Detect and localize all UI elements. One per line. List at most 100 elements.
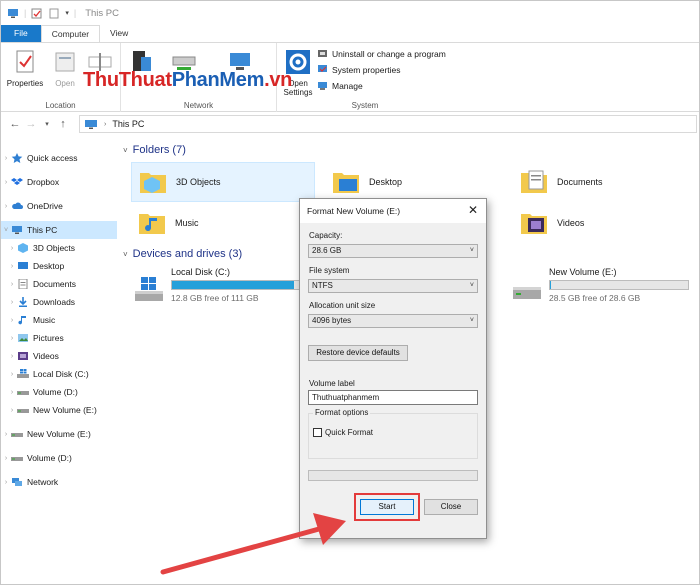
chevron-down-icon: ˅ [469,317,474,324]
address-bar: ← → ▾ ↑ › This PC [1,113,699,135]
system-properties-icon [318,65,327,72]
this-pc-icon [8,8,18,18]
group-label-location: Location [45,101,76,110]
nav-item-quick-access[interactable]: › Quick access [1,149,117,167]
drive-icon [11,433,23,437]
this-pc-icon [85,119,97,129]
breadcrumb-chevron-icon[interactable]: › [104,121,106,128]
documents-folder-icon [521,170,547,193]
format-dialog: Format New Volume (E:) ✕ Capacity: 28.6 … [299,198,487,539]
drive-usage-bar [171,280,311,290]
drives-section-header[interactable]: ˅ Devices and drives (3) [123,248,242,260]
windows-drive-icon [17,369,29,378]
uninstall-program-button[interactable]: Uninstall or change a program [317,48,446,59]
quick-format-checkbox[interactable] [313,428,322,437]
nav-item-downloads[interactable]: › Downloads [1,293,117,311]
format-progress-bar [308,470,478,481]
network-icon [12,478,22,486]
dropbox-icon [11,178,23,185]
explorer-window: | ▾ | This PC File Computer View Propert… [0,0,700,585]
folder-3d-objects[interactable]: 3D Objects [131,162,315,202]
windows-drive-icon [135,277,163,301]
system-properties-button[interactable]: System properties [317,64,401,75]
drive-new-volume-e[interactable]: New Volume (E:) 28.5 GB free of 28.6 GB [511,267,689,305]
properties-quick-icon[interactable] [31,8,43,19]
drive-icon [17,409,29,413]
capacity-label: Capacity: [309,231,343,240]
nav-item-documents[interactable]: › Documents [1,275,117,293]
close-icon[interactable]: ✕ [466,203,480,217]
watermark-logo: ThuThuatPhanMem.vn [83,69,293,91]
capacity-select[interactable]: 28.6 GB ˅ [308,244,478,258]
up-arrow-icon[interactable]: ↑ [55,118,71,130]
new-folder-quick-icon[interactable] [48,8,60,19]
drive-icon [17,391,29,395]
customize-quick-access-icon[interactable]: ▾ [65,9,69,17]
nav-item-videos[interactable]: › Videos [1,347,117,365]
drive-usage-fill [172,281,295,289]
tab-computer[interactable]: Computer [40,25,101,42]
group-label-network: Network [183,101,214,110]
folder-desktop[interactable]: Desktop [325,162,505,202]
address-field[interactable]: › This PC [79,115,697,133]
breadcrumb-this-pc[interactable]: This PC [112,119,144,129]
collapse-chevron-icon[interactable]: ˅ [123,250,128,259]
restore-defaults-button[interactable]: Restore device defaults [308,345,408,361]
music-note-icon [18,316,26,325]
volume-label-input[interactable]: Thuthuatphanmem [308,390,478,405]
nav-item-pictures[interactable]: › Pictures [1,329,117,347]
ribbon-tabs: File Computer View [1,25,699,42]
drive-usage-fill [550,281,551,289]
uninstall-icon [318,50,327,57]
nav-item-onedrive[interactable]: › OneDrive [1,197,117,215]
nav-item-dropbox[interactable]: › Dropbox [1,173,117,191]
nav-item-new-volume-e-2[interactable]: › New Volume (E:) [1,425,117,443]
folder-documents[interactable]: Documents [513,162,693,202]
open-button[interactable]: Open [49,47,81,88]
tab-file[interactable]: File [1,25,41,42]
folder-videos[interactable]: Videos [513,203,693,243]
drive-icon [11,457,23,461]
chevron-down-icon: ˅ [469,282,474,289]
file-system-select[interactable]: NTFS ˅ [308,279,478,293]
desktop-folder-icon [333,173,359,193]
download-arrow-icon [19,297,27,307]
music-folder-icon [139,214,165,234]
recent-chevron-down-icon[interactable]: ▾ [39,120,55,128]
format-options-group: Format options Quick Format [308,408,478,459]
manage-icon [318,82,327,90]
nav-item-desktop[interactable]: › Desktop [1,257,117,275]
folder-music[interactable]: Music [131,203,315,243]
separator: | [73,8,77,18]
dialog-title: Format New Volume (E:) [307,206,401,216]
nav-item-volume-d[interactable]: › Volume (D:) [1,383,117,401]
pictures-icon [18,334,28,342]
nav-item-network[interactable]: › Network [1,473,117,491]
properties-button[interactable]: Properties [5,47,45,88]
drive-usage-bar [549,280,689,290]
this-pc-icon [12,226,22,234]
nav-item-local-disk-c[interactable]: › Local Disk (C:) [1,365,117,383]
allocation-unit-select[interactable]: 4096 bytes ˅ [308,314,478,328]
back-arrow-icon[interactable]: ← [7,118,23,130]
chevron-down-icon: ˅ [469,247,474,254]
tab-view[interactable]: View [100,25,138,42]
nav-item-3d-objects[interactable]: › 3D Objects [1,239,117,257]
nav-item-volume-d-2[interactable]: › Volume (D:) [1,449,117,467]
open-icon [55,52,75,72]
separator: | [24,8,27,18]
close-button[interactable]: Close [424,499,478,515]
videos-folder-icon [521,214,547,234]
nav-item-this-pc[interactable]: ˅ This PC [1,221,117,239]
volume-label-label: Volume label [309,379,355,388]
drive-local-disk-c[interactable]: Local Disk (C:) 12.8 GB free of 111 GB [133,267,311,305]
forward-arrow-icon[interactable]: → [23,118,39,130]
folders-section-header[interactable]: ˅ Folders (7) [123,144,186,156]
start-highlight-box [354,493,420,521]
quick-format-row[interactable]: Quick Format [313,428,373,437]
manage-button[interactable]: Manage [317,80,363,91]
nav-item-music[interactable]: › Music [1,311,117,329]
dialog-title-bar: Format New Volume (E:) ✕ [300,199,486,223]
nav-item-new-volume-e[interactable]: › New Volume (E:) [1,401,117,419]
collapse-chevron-icon[interactable]: ˅ [123,146,128,155]
